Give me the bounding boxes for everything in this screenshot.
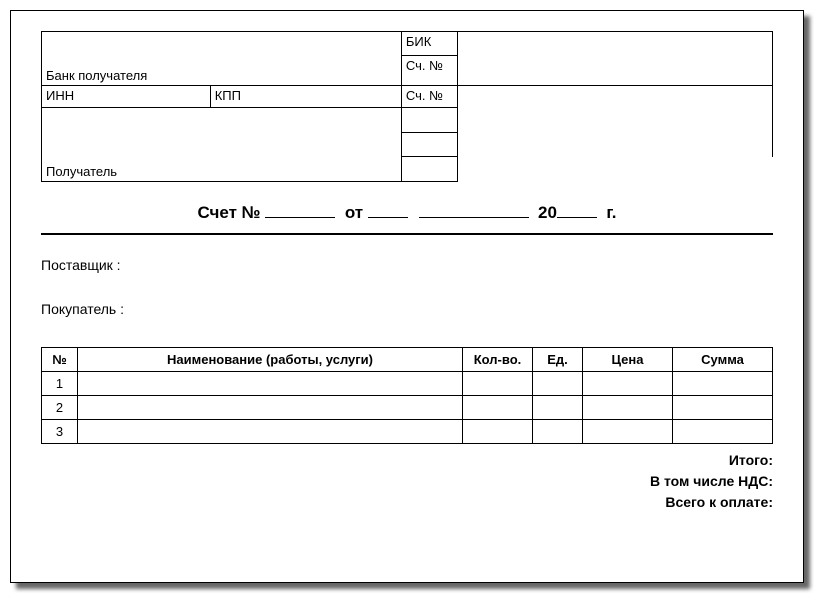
total-line: Всего к оплате: <box>41 492 773 513</box>
kpp-cell: КПП <box>210 86 401 108</box>
subtotal-line: Итого: <box>41 450 773 471</box>
header-price: Цена <box>583 348 673 372</box>
invoice-month-blank <box>419 202 529 218</box>
items-header-row: № Наименование (работы, услуги) Кол-во. … <box>42 348 773 372</box>
buyer-label: Покупатель : <box>41 301 124 317</box>
cell-num: 3 <box>42 420 78 444</box>
cell-price <box>583 396 673 420</box>
invoice-document: Банк получателя БИК Сч. № ИНН КПП Сч. № … <box>10 10 804 583</box>
cell-num: 1 <box>42 372 78 396</box>
account-value-bot <box>458 157 773 182</box>
header-num: № <box>42 348 78 372</box>
table-row: 2 <box>42 396 773 420</box>
table-row: 1 <box>42 372 773 396</box>
bik-value-cell <box>458 32 773 86</box>
title-year-suffix: г. <box>606 203 616 222</box>
account-value-mid <box>458 132 773 157</box>
account-label-cell: Сч. № <box>401 86 457 108</box>
header-unit: Ед. <box>533 348 583 372</box>
buyer-line: Покупатель : <box>41 301 773 317</box>
bank-recipient-label: Банк получателя <box>46 68 397 83</box>
vat-label: В том числе НДС: <box>650 473 773 489</box>
totals-block: Итого: В том числе НДС: Всего к оплате: <box>41 450 773 513</box>
table-row: 3 <box>42 420 773 444</box>
title-from: от <box>345 203 363 222</box>
bik-label-cell: БИК <box>401 32 457 56</box>
invoice-title: Счет № от 20 г. <box>41 202 773 231</box>
cell-unit <box>533 372 583 396</box>
supplier-line: Поставщик : <box>41 257 773 273</box>
title-prefix: Счет № <box>197 203 260 222</box>
cell-name <box>78 396 463 420</box>
blank-mini-2 <box>401 132 457 157</box>
cell-qty <box>463 420 533 444</box>
cell-price <box>583 372 673 396</box>
title-year-prefix: 20 <box>538 203 557 222</box>
blank-mini-3 <box>401 157 457 182</box>
items-table: № Наименование (работы, услуги) Кол-во. … <box>41 347 773 444</box>
inn-label: ИНН <box>46 88 74 103</box>
cell-num: 2 <box>42 396 78 420</box>
cell-sum <box>673 420 773 444</box>
cell-sum <box>673 396 773 420</box>
cell-name <box>78 420 463 444</box>
title-underline <box>41 233 773 235</box>
header-name: Наименование (работы, услуги) <box>78 348 463 372</box>
recipient-label: Получатель <box>46 164 397 179</box>
cell-name <box>78 372 463 396</box>
header-sum: Сумма <box>673 348 773 372</box>
total-label: Всего к оплате: <box>665 494 773 510</box>
supplier-label: Поставщик : <box>41 257 121 273</box>
kpp-label: КПП <box>215 88 241 103</box>
header-qty: Кол-во. <box>463 348 533 372</box>
subtotal-label: Итого: <box>729 452 773 468</box>
cell-price <box>583 420 673 444</box>
cell-sum <box>673 372 773 396</box>
invoice-number-blank <box>265 202 335 218</box>
inn-cell: ИНН <box>42 86 211 108</box>
account-value-top <box>458 86 773 133</box>
recipient-cell: Получатель <box>42 108 402 182</box>
bank-details-table: Банк получателя БИК Сч. № ИНН КПП Сч. № … <box>41 31 773 182</box>
invoice-day-blank <box>368 202 408 218</box>
cell-unit <box>533 420 583 444</box>
bank-recipient-cell: Банк получателя <box>42 32 402 86</box>
bank-account-label-cell: Сч. № <box>401 56 457 86</box>
cell-qty <box>463 372 533 396</box>
blank-mini-1 <box>401 108 457 133</box>
vat-line: В том числе НДС: <box>41 471 773 492</box>
invoice-year-blank <box>557 202 597 218</box>
cell-unit <box>533 396 583 420</box>
cell-qty <box>463 396 533 420</box>
